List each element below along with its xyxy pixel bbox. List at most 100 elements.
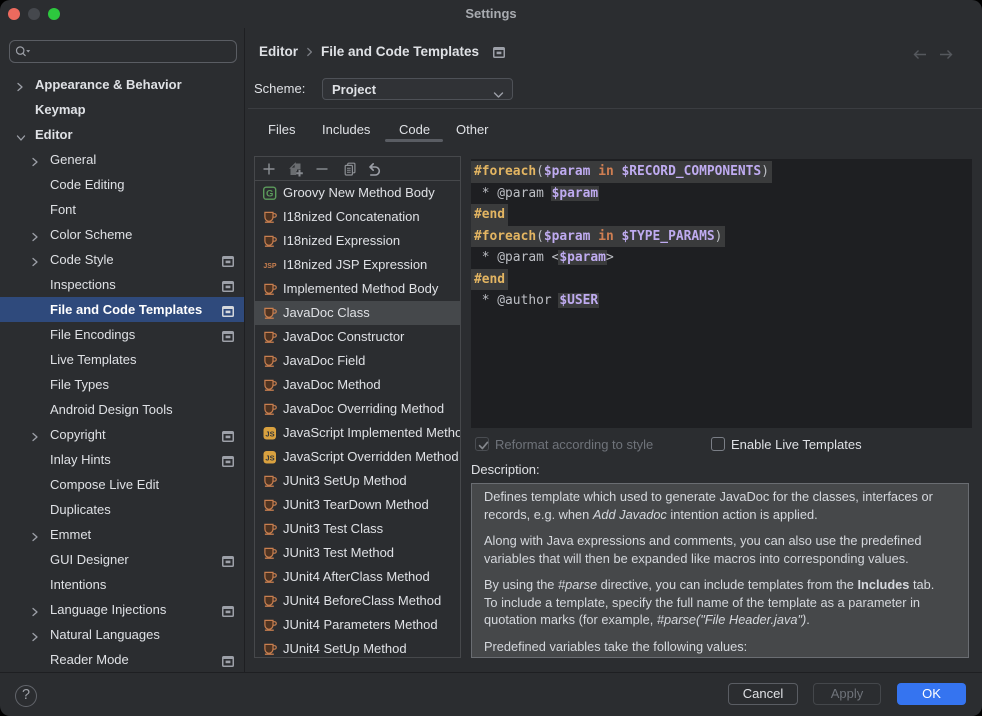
sidebar-item-font[interactable]: Font [0, 197, 244, 222]
chevron-right-icon[interactable] [31, 229, 41, 239]
sidebar-item-code-editing[interactable]: Code Editing [0, 172, 244, 197]
template-item-javadoc-overriding-method[interactable]: JavaDoc Overriding Method [255, 397, 460, 421]
template-item-junit3-setup-method[interactable]: JUnit3 SetUp Method [255, 469, 460, 493]
chevron-down-icon[interactable] [16, 129, 26, 139]
add-icon[interactable] [262, 162, 276, 176]
live-templates-checkbox-label: Enable Live Templates [731, 437, 862, 452]
settings-search-input[interactable] [9, 40, 237, 63]
cancel-button[interactable]: Cancel [728, 683, 798, 705]
back-arrow-button[interactable] [913, 47, 927, 65]
template-item-javadoc-constructor[interactable]: JavaDoc Constructor [255, 325, 460, 349]
template-item-javadoc-method[interactable]: JavaDoc Method [255, 373, 460, 397]
duplicate-icon[interactable] [288, 162, 302, 176]
java-file-icon [262, 569, 278, 585]
template-item-javadoc-class[interactable]: JavaDoc Class [255, 301, 460, 325]
help-icon[interactable]: ? [15, 685, 37, 707]
template-item-i18nized-expression[interactable]: I18nized Expression [255, 229, 460, 253]
js-file-icon: JS [262, 449, 278, 465]
scheme-dropdown[interactable]: Project [322, 78, 513, 100]
ok-button[interactable]: OK [897, 683, 966, 705]
chevron-right-icon[interactable] [31, 154, 41, 164]
sidebar-item-code-style[interactable]: Code Style [0, 247, 244, 272]
sidebar-item-appearance-behavior[interactable]: Appearance & Behavior [0, 72, 244, 97]
template-item-groovy-new-method-body[interactable]: GGroovy New Method Body [255, 181, 460, 205]
template-item-i18nized-concatenation[interactable]: I18nized Concatenation [255, 205, 460, 229]
template-item-junit3-test-class[interactable]: JUnit3 Test Class [255, 517, 460, 541]
chevron-right-icon[interactable] [31, 529, 41, 539]
sidebar-item-file-encodings[interactable]: File Encodings [0, 322, 244, 347]
template-item-junit3-test-method[interactable]: JUnit3 Test Method [255, 541, 460, 565]
apply-button[interactable]: Apply [813, 683, 881, 705]
tab-files[interactable]: Files [268, 121, 295, 138]
sidebar-item-label: Code Editing [50, 176, 124, 193]
sidebar-item-reader-mode[interactable]: Reader Mode [0, 647, 244, 672]
sidebar-item-inspections[interactable]: Inspections [0, 272, 244, 297]
template-item-i18nized-jsp-expression[interactable]: JSPI18nized JSP Expression [255, 253, 460, 277]
tab-other[interactable]: Other [456, 121, 489, 138]
sidebar-item-android-design-tools[interactable]: Android Design Tools [0, 397, 244, 422]
svg-text:JSP: JSP [263, 263, 277, 270]
description-label: Description: [471, 462, 540, 478]
sidebar-item-label: Code Style [50, 251, 114, 268]
breadcrumb-parent[interactable]: Editor [259, 44, 298, 59]
java-file-icon [262, 593, 278, 609]
sidebar-item-intentions[interactable]: Intentions [0, 572, 244, 597]
sidebar-item-natural-languages[interactable]: Natural Languages [0, 622, 244, 647]
sidebar-item-copyright[interactable]: Copyright [0, 422, 244, 447]
template-item-label: Implemented Method Body [283, 281, 438, 297]
code-token: ( [536, 164, 544, 179]
chevron-right-icon[interactable] [31, 429, 41, 439]
svg-text:JS: JS [265, 453, 274, 462]
template-item-junit4-afterclass-method[interactable]: JUnit4 AfterClass Method [255, 565, 460, 589]
template-item-javadoc-field[interactable]: JavaDoc Field [255, 349, 460, 373]
directive-highlight: #foreach($param in $RECORD_COMPONENTS) [471, 161, 772, 183]
copy-icon[interactable] [343, 162, 357, 176]
chevron-right-icon[interactable] [31, 604, 41, 614]
template-item-junit4-parameters-method[interactable]: JUnit4 Parameters Method [255, 613, 460, 637]
template-item-junit4-beforeclass-method[interactable]: JUnit4 BeforeClass Method [255, 589, 460, 613]
sidebar-item-inlay-hints[interactable]: Inlay Hints [0, 447, 244, 472]
forward-arrow-button[interactable] [939, 47, 953, 65]
sidebar-item-file-and-code-templates[interactable]: File and Code Templates [0, 297, 244, 322]
remove-icon[interactable] [315, 162, 329, 176]
code-line: #foreach($param in $TYPE_PARAMS) [471, 226, 972, 248]
sidebar-item-compose-live-edit[interactable]: Compose Live Edit [0, 472, 244, 497]
code-line: #foreach($param in $RECORD_COMPONENTS) [471, 161, 972, 183]
chevron-right-icon[interactable] [16, 79, 26, 89]
template-item-implemented-method-body[interactable]: Implemented Method Body [255, 277, 460, 301]
sidebar-item-editor[interactable]: Editor [0, 122, 244, 147]
tab-code[interactable]: Code [399, 121, 430, 138]
revert-icon[interactable] [366, 162, 380, 176]
sidebar-item-file-types[interactable]: File Types [0, 372, 244, 397]
java-file-icon [262, 401, 278, 417]
code-token: #end [474, 272, 505, 287]
sidebar-item-color-scheme[interactable]: Color Scheme [0, 222, 244, 247]
sidebar-item-emmet[interactable]: Emmet [0, 522, 244, 547]
template-code-editor[interactable]: #foreach($param in $RECORD_COMPONENTS) *… [471, 159, 972, 428]
template-item-junit4-setup-method[interactable]: JUnit4 SetUp Method [255, 637, 460, 657]
sidebar-item-live-templates[interactable]: Live Templates [0, 347, 244, 372]
svg-text:JS: JS [265, 429, 274, 438]
reformat-checkbox[interactable] [475, 437, 489, 451]
chevron-right-icon[interactable] [31, 629, 41, 639]
sidebar-item-general[interactable]: General [0, 147, 244, 172]
code-token [614, 229, 622, 244]
sidebar-item-language-injections[interactable]: Language Injections [0, 597, 244, 622]
java-file-icon [262, 641, 278, 657]
live-templates-checkbox[interactable] [711, 437, 725, 451]
svg-text:G: G [266, 189, 273, 200]
tab-includes[interactable]: Includes [322, 121, 370, 138]
sidebar-item-duplicates[interactable]: Duplicates [0, 497, 244, 522]
chevron-right-icon[interactable] [31, 254, 41, 264]
code-token: ) [761, 164, 769, 179]
code-line: #end [471, 204, 972, 226]
sidebar-item-keymap[interactable]: Keymap [0, 97, 244, 122]
sidebar-item-gui-designer[interactable]: GUI Designer [0, 547, 244, 572]
template-item-junit3-teardown-method[interactable]: JUnit3 TearDown Method [255, 493, 460, 517]
sidebar-item-label: Editor [35, 126, 73, 143]
list-toolbar [255, 157, 460, 181]
template-item-javascript-overridden-method-body[interactable]: JSJavaScript Overridden Method Body [255, 445, 460, 469]
directive-highlight: #end [471, 269, 508, 291]
template-item-label: JUnit4 SetUp Method [283, 641, 407, 657]
template-item-javascript-implemented-method-body[interactable]: JSJavaScript Implemented Method Body [255, 421, 460, 445]
